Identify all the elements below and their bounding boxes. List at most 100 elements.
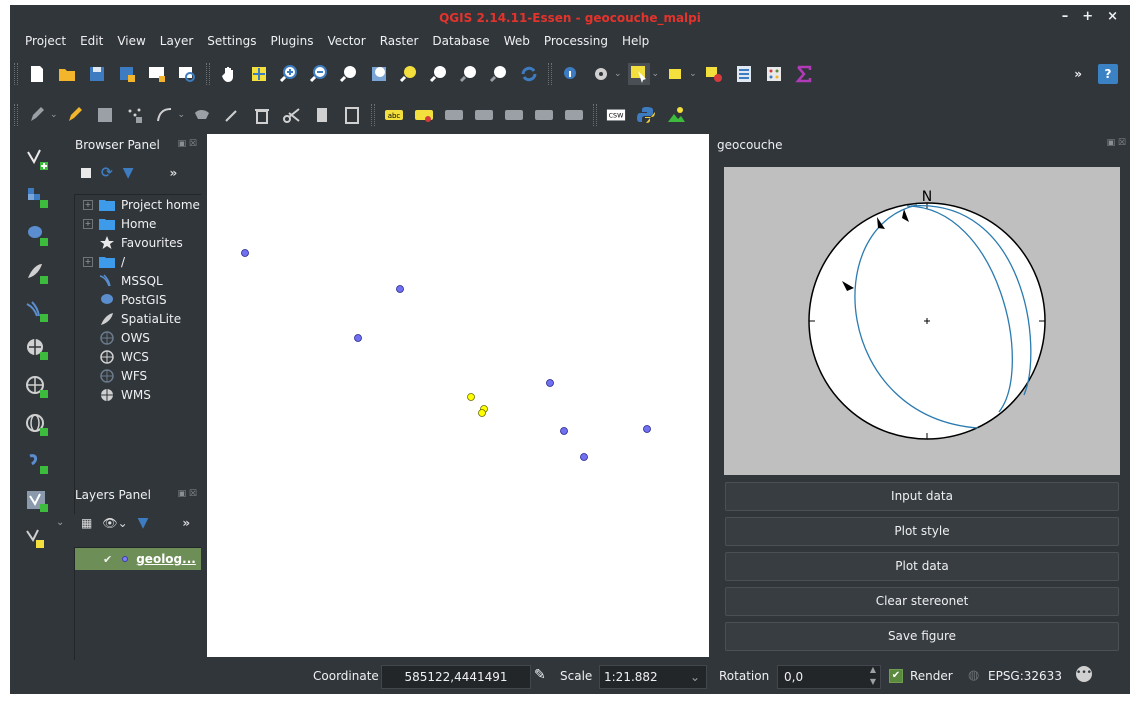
save-project-icon[interactable] [86, 63, 108, 85]
menu-view[interactable]: View [117, 31, 145, 53]
plot-style-button[interactable]: Plot style [725, 517, 1119, 546]
paste-features-icon[interactable] [341, 104, 363, 126]
delete-selected-pencil-icon[interactable] [221, 104, 243, 126]
menu-plugins[interactable]: Plugins [270, 31, 313, 53]
browser-item[interactable]: WMS [75, 385, 201, 404]
help-icon[interactable]: ? [1098, 64, 1118, 84]
save-as-icon[interactable] [116, 63, 138, 85]
browser-item[interactable]: WFS [75, 366, 201, 385]
node-tool-icon[interactable] [191, 104, 213, 126]
eye-visibility-icon[interactable]: 👁⌄ [102, 516, 127, 530]
chevron-down-icon[interactable]: ⌄ [614, 69, 622, 79]
menu-processing[interactable]: Processing [544, 31, 608, 53]
label-pin-icon[interactable] [413, 104, 435, 126]
input-data-button[interactable]: Input data [725, 482, 1119, 511]
statistics-sigma-icon[interactable] [793, 63, 815, 85]
chevron-down-icon[interactable]: ⌄ [652, 69, 660, 79]
add-vector-layer-icon[interactable] [22, 144, 52, 174]
filter-icon[interactable]: ▼ [138, 515, 149, 531]
map-point[interactable] [354, 334, 362, 342]
expand-toggle-icon[interactable]: + [83, 256, 93, 267]
add-postgis-layer-icon[interactable] [22, 220, 52, 250]
label-tool-icon[interactable]: abc [383, 104, 405, 126]
toolbar-grip[interactable] [593, 104, 598, 126]
browser-item[interactable]: + Home [75, 214, 201, 233]
label-change-icon[interactable] [563, 104, 585, 126]
chevron-down-icon[interactable]: ⌄ [178, 110, 186, 120]
toolbar-grip[interactable] [14, 63, 18, 85]
spin-arrows-icon[interactable]: ▲ ▼ [870, 664, 876, 688]
field-calculator-icon[interactable] [763, 63, 785, 85]
filter-icon[interactable]: ▼ [123, 165, 134, 181]
menu-vector[interactable]: Vector [327, 31, 365, 53]
menu-edit[interactable]: Edit [80, 31, 103, 53]
coordinate-field[interactable]: 585122,4441491 [381, 665, 531, 689]
layer-visibility-checkbox[interactable]: ✔ [103, 553, 112, 566]
browser-item[interactable]: PostGIS [75, 290, 201, 309]
map-point[interactable] [467, 393, 475, 401]
scale-combo[interactable]: 1:21.882 ⌄ [599, 665, 707, 689]
zoom-out-icon[interactable] [308, 63, 330, 85]
panel-float-close-icon[interactable]: ▣ ☒ [178, 489, 197, 499]
browser-item[interactable]: SpatiaLite [75, 309, 201, 328]
browser-overflow[interactable]: » [170, 166, 178, 180]
map-point[interactable] [241, 249, 249, 257]
add-wfs-layer-icon[interactable] [22, 410, 52, 440]
clear-stereonet-button[interactable]: Clear stereonet [725, 587, 1119, 616]
add-mssql-layer-icon[interactable] [22, 296, 52, 326]
action-gear-icon[interactable] [590, 63, 612, 85]
refresh-icon[interactable]: ⟳ [101, 165, 113, 181]
label-show-hide-icon[interactable] [443, 104, 465, 126]
menu-settings[interactable]: Settings [207, 31, 256, 53]
delete-trash-icon[interactable] [251, 104, 273, 126]
add-raster-layer-icon[interactable] [22, 182, 52, 212]
pan-to-selection-icon[interactable] [248, 63, 270, 85]
geocouche-plugin-icon[interactable] [665, 104, 687, 126]
toolbar-grip[interactable] [371, 104, 376, 126]
new-print-composer-icon[interactable] [146, 63, 168, 85]
csw-icon[interactable]: CSW [605, 104, 627, 126]
toolbar-grip[interactable] [14, 104, 18, 126]
toolbar-grip[interactable] [206, 63, 210, 85]
add-selected-icon[interactable] [81, 168, 91, 178]
map-point[interactable] [478, 409, 486, 417]
toolbar-overflow[interactable]: » [1074, 67, 1082, 81]
browser-item[interactable]: + Project home [75, 195, 201, 214]
browser-item[interactable]: WCS [75, 347, 201, 366]
menu-project[interactable]: Project [25, 31, 66, 53]
open-project-icon[interactable] [56, 63, 78, 85]
zoom-to-layer-icon[interactable] [428, 63, 450, 85]
select-features-icon[interactable] [627, 63, 650, 85]
browser-item[interactable]: + / [75, 252, 201, 271]
rotation-spinbox[interactable]: 0,0 ▲ ▼ [777, 665, 881, 689]
zoom-last-icon[interactable] [458, 63, 480, 85]
map-point[interactable] [643, 425, 651, 433]
layer-row[interactable]: ✔ geolog... [75, 548, 201, 570]
attribute-table-icon[interactable] [733, 63, 755, 85]
label-properties-icon[interactable] [533, 104, 555, 126]
browser-item[interactable]: Favourites [75, 233, 201, 252]
crs-globe-icon[interactable]: ◍ [968, 668, 979, 683]
toolbar-grip[interactable] [548, 63, 552, 85]
chevron-down-icon[interactable]: ⌄ [689, 69, 697, 79]
plot-data-button[interactable]: Plot data [725, 552, 1119, 581]
move-feature-icon[interactable] [154, 104, 176, 126]
browser-item[interactable]: MSSQL [75, 271, 201, 290]
layer-name[interactable]: geolog... [136, 552, 196, 566]
edits-pencil-icon[interactable] [26, 104, 48, 126]
save-figure-button[interactable]: Save figure [725, 622, 1119, 651]
label-move-icon[interactable] [473, 104, 495, 126]
save-edits-icon[interactable] [94, 104, 116, 126]
crs-label[interactable]: EPSG:32633 [988, 669, 1062, 683]
add-delimited-text-icon[interactable] [22, 448, 52, 478]
menu-layer[interactable]: Layer [160, 31, 193, 53]
add-wcs-layer-icon[interactable] [22, 372, 52, 402]
select-by-value-icon[interactable] [665, 63, 687, 85]
add-virtual-layer-icon[interactable] [22, 486, 52, 516]
menu-database[interactable]: Database [432, 31, 489, 53]
pan-hand-icon[interactable] [218, 63, 240, 85]
maximize-button[interactable]: + [1082, 9, 1093, 24]
composer-manager-icon[interactable] [176, 63, 198, 85]
map-point[interactable] [580, 453, 588, 461]
zoom-native-icon[interactable] [338, 63, 360, 85]
